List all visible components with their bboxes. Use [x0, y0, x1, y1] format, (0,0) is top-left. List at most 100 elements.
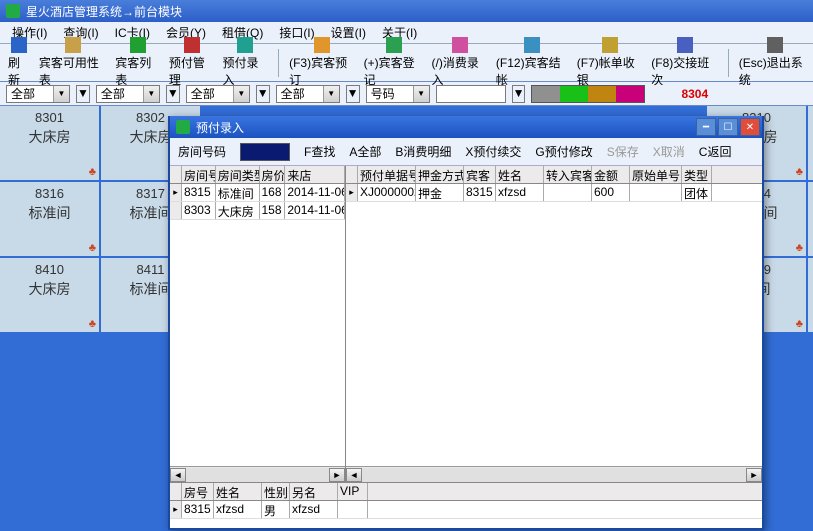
- cell: 8315: [464, 184, 496, 201]
- toolbar-button[interactable]: (Esc)退出系统: [737, 37, 813, 88]
- toolbar-label: (/)消费录入: [432, 54, 488, 88]
- room-tile[interactable]: 8316标准间♣: [0, 182, 99, 256]
- chevron-down-icon[interactable]: ▼: [256, 85, 270, 103]
- filter-combo[interactable]: 全部▼: [96, 85, 160, 103]
- column-header[interactable]: 来店: [285, 166, 345, 183]
- cell: [544, 184, 592, 201]
- column-header[interactable]: VIP: [338, 483, 368, 500]
- chevron-down-icon[interactable]: ▼: [76, 85, 90, 103]
- status-swatch: [588, 86, 616, 102]
- chevron-down-icon[interactable]: ▼: [323, 86, 339, 102]
- column-header[interactable]: 房价: [260, 166, 286, 183]
- chevron-down-icon[interactable]: ▼: [413, 86, 429, 102]
- room-type: 标准间: [130, 203, 172, 223]
- scroll-right-icon[interactable]: ►: [329, 468, 345, 482]
- column-header[interactable]: 房间号: [182, 166, 216, 183]
- column-header[interactable]: 类型: [682, 166, 712, 183]
- chevron-down-icon[interactable]: ▼: [346, 85, 360, 103]
- filter-combo[interactable]: 全部▼: [276, 85, 340, 103]
- toolbar-label: (F8)交接班次: [651, 54, 718, 88]
- table-row[interactable]: ▸XJ0000002押金8315xfzsd600团体: [346, 184, 762, 202]
- app-icon: [6, 4, 20, 18]
- room-type: 标准间: [130, 279, 172, 299]
- cell: 男: [262, 501, 290, 518]
- column-header[interactable]: 房号: [182, 483, 214, 500]
- filter-combo[interactable]: 号码▼: [366, 85, 430, 103]
- table-row[interactable]: 8303大床房1582014-11-06: [170, 202, 345, 220]
- toolbar-button[interactable]: (F12)宾客结帐: [494, 37, 571, 88]
- toolbar-icon: [237, 37, 253, 53]
- table-row[interactable]: ▸8315标准间1682014-11-06: [170, 184, 345, 202]
- status-swatch: [532, 86, 560, 102]
- column-header[interactable]: 另名: [290, 483, 338, 500]
- room-status-icon: ♣: [796, 242, 803, 254]
- detail-link[interactable]: B消费明细: [395, 143, 451, 160]
- toolbar-icon: [386, 37, 402, 53]
- toolbar-button[interactable]: (F8)交接班次: [649, 37, 720, 88]
- room-number: 8317: [136, 186, 165, 201]
- cell: 团体: [682, 184, 712, 201]
- room-number: 8316: [35, 186, 64, 201]
- toolbar-icon: [524, 37, 540, 53]
- status-swatch: [616, 86, 644, 102]
- toolbar-button[interactable]: 预付管理: [167, 37, 217, 88]
- column-header[interactable]: 预付单据号: [358, 166, 416, 183]
- column-header[interactable]: 性别: [262, 483, 290, 500]
- room-tile[interactable]: 8311标准间♣: [808, 106, 813, 180]
- find-link[interactable]: F查找: [304, 143, 335, 160]
- column-header[interactable]: 金额: [592, 166, 630, 183]
- room-tile[interactable]: 8410大床房♣: [0, 258, 99, 332]
- all-link[interactable]: A全部: [349, 143, 381, 160]
- room-number: 8302: [136, 110, 165, 125]
- chevron-down-icon[interactable]: ▼: [143, 86, 159, 102]
- prepay-grid[interactable]: 预付单据号押金方式宾客姓名转入宾客金额原始单号类型▸XJ0000002押金831…: [346, 166, 762, 466]
- chevron-down-icon[interactable]: ▼: [53, 86, 69, 102]
- room-number-input[interactable]: [240, 143, 290, 161]
- toolbar-button[interactable]: (/)消费录入: [430, 37, 490, 88]
- right-scrollbar[interactable]: ◄ ►: [346, 466, 762, 482]
- cell: 600: [592, 184, 630, 201]
- filter-combo[interactable]: 全部▼: [6, 85, 70, 103]
- room-tile[interactable]: 8421标准间♣: [808, 258, 813, 332]
- column-header[interactable]: 押金方式: [416, 166, 464, 183]
- column-header[interactable]: 房间类型: [216, 166, 260, 183]
- go-button[interactable]: ▼: [512, 85, 526, 103]
- guest-detail-grid[interactable]: 房号姓名性别另名VIP▸8315xfzsd男xfzsd: [170, 482, 762, 528]
- toolbar-button[interactable]: 刷新: [6, 37, 33, 88]
- filter-input[interactable]: [436, 85, 506, 103]
- toolbar-button[interactable]: (+)宾客登记: [362, 37, 426, 88]
- room-type: 大床房: [29, 127, 71, 147]
- column-header[interactable]: 转入宾客: [544, 166, 592, 183]
- scroll-left-icon[interactable]: ◄: [346, 468, 362, 482]
- toolbar-button[interactable]: 宾客可用性表: [37, 37, 109, 88]
- toolbar-button[interactable]: 宾客列表: [113, 37, 163, 88]
- maximize-button[interactable]: ☐: [718, 118, 738, 136]
- status-legend: [531, 85, 645, 103]
- chevron-down-icon[interactable]: ▼: [166, 85, 180, 103]
- room-tile[interactable]: 8301大床房♣: [0, 106, 99, 180]
- modify-link[interactable]: G预付修改: [535, 143, 592, 160]
- toolbar-button[interactable]: (F3)宾客预订: [287, 37, 358, 88]
- column-header[interactable]: 姓名: [214, 483, 262, 500]
- table-row[interactable]: ▸8315xfzsd男xfzsd: [170, 501, 762, 519]
- toolbar-label: (+)宾客登记: [364, 54, 424, 88]
- filter-bar: 全部▼▼全部▼▼全部▼▼全部▼▼号码▼▼8304: [0, 82, 813, 106]
- filter-combo[interactable]: 全部▼: [186, 85, 250, 103]
- left-scrollbar[interactable]: ◄ ►: [170, 466, 345, 482]
- scroll-right-icon[interactable]: ►: [746, 468, 762, 482]
- back-link[interactable]: C返回: [699, 143, 732, 160]
- room-tile[interactable]: 8316大床房♣: [808, 182, 813, 256]
- chevron-down-icon[interactable]: ▼: [233, 86, 249, 102]
- room-list-grid[interactable]: 房间号房间类型房价来店▸8315标准间1682014-11-068303大床房1…: [170, 166, 345, 466]
- column-header[interactable]: 宾客: [464, 166, 496, 183]
- column-header[interactable]: 姓名: [496, 166, 544, 183]
- renew-link[interactable]: X预付续交: [465, 143, 521, 160]
- column-header[interactable]: 原始单号: [630, 166, 682, 183]
- combo-value: 号码: [367, 85, 413, 102]
- app-title: 星火酒店管理系统→前台模块: [26, 3, 182, 20]
- close-button[interactable]: ✕: [740, 118, 760, 136]
- toolbar-button[interactable]: (F7)帐单收银: [575, 37, 646, 88]
- minimize-button[interactable]: ━: [696, 118, 716, 136]
- scroll-left-icon[interactable]: ◄: [170, 468, 186, 482]
- toolbar-button[interactable]: 预付录入: [221, 37, 271, 88]
